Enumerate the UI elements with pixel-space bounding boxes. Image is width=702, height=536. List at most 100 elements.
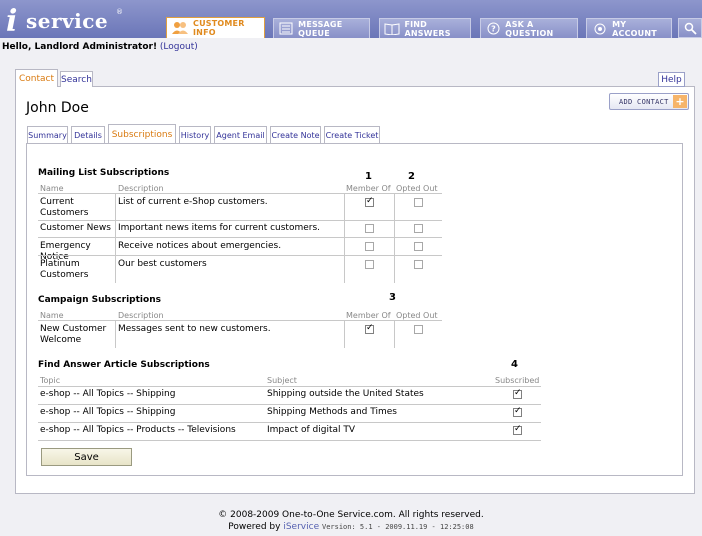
nav-label: ASK A QUESTION (505, 19, 554, 38)
contact-name: John Doe (26, 100, 89, 116)
list-description: Important news items for current custome… (118, 223, 321, 233)
version-text: Version: 5.1 - 2009.11.19 - 12:25:08 (321, 523, 474, 531)
campaign-title: Campaign Subscriptions (38, 295, 161, 305)
col-name: Name (40, 184, 64, 193)
article-subscriptions-title: Find Answer Article Subscriptions (38, 360, 210, 370)
tab-details[interactable]: Details (71, 126, 105, 143)
greeting: Hello, Landlord Administrator! (Logout) (2, 42, 198, 52)
callout-2: 2 (408, 171, 415, 182)
nav-label: CUSTOMER INFO (193, 19, 245, 37)
divider (38, 440, 541, 441)
tab-summary[interactable]: Summary (27, 126, 68, 143)
subscribed-checkbox[interactable] (513, 406, 522, 417)
search-nav-button[interactable] (678, 18, 702, 38)
opted-out-checkbox[interactable] (414, 325, 423, 334)
nav-ask-a-question[interactable]: ? ASK A QUESTION (480, 18, 578, 38)
plus-icon: + (673, 95, 687, 108)
people-icon (171, 21, 189, 35)
save-button[interactable]: Save (41, 448, 132, 466)
col-member-of: Member Of (346, 184, 391, 193)
opted-out-checkbox[interactable] (414, 242, 423, 251)
eye-icon (591, 22, 608, 36)
footer-brand-link[interactable]: iService (283, 522, 319, 532)
list-name: Customer News (40, 223, 111, 233)
nav-my-account[interactable]: MY ACCOUNT (586, 18, 672, 38)
nav-message-queue[interactable]: MESSAGE QUEUE (273, 18, 370, 38)
tab-create-ticket[interactable]: Create Ticket (324, 126, 380, 143)
list-description: Receive notices about emergencies. (118, 241, 282, 251)
list-name: Current Customers (40, 197, 89, 218)
tab-contact[interactable]: Contact (15, 69, 58, 87)
divider (38, 220, 442, 221)
col-opted-out: Opted Out (396, 311, 438, 320)
tab-agent-email[interactable]: Agent Email (214, 126, 267, 143)
divider (115, 320, 116, 348)
col-opted-out: Opted Out (396, 184, 438, 193)
col-description: Description (118, 184, 164, 193)
divider (38, 404, 541, 405)
search-icon (684, 22, 697, 35)
member-checkbox[interactable] (365, 196, 374, 207)
tab-history[interactable]: History (179, 126, 211, 143)
logo-text: service (26, 9, 109, 33)
nav-find-answers[interactable]: FIND ANSWERS (379, 18, 471, 38)
opted-out-checkbox[interactable] (414, 260, 423, 269)
member-checkbox[interactable] (365, 224, 374, 233)
divider (344, 320, 345, 348)
campaign-description: Messages sent to new customers. (118, 324, 271, 334)
subscribed-checkbox[interactable] (513, 424, 522, 435)
top-bar: i service ® CUSTOMER INFO MESSAGE QUEUE … (0, 0, 702, 39)
divider (344, 193, 345, 283)
article-subject: Impact of digital TV (267, 425, 356, 435)
list-icon (278, 22, 294, 36)
divider (394, 320, 395, 348)
nav-label: FIND ANSWERS (404, 19, 451, 38)
book-icon (384, 22, 400, 36)
opted-out-checkbox[interactable] (414, 198, 423, 207)
divider (115, 193, 116, 283)
col-subject: Subject (267, 376, 297, 385)
powered-by-label: Powered by (228, 522, 281, 532)
iservice-logo[interactable]: i service ® (6, 4, 123, 39)
nav-label: MY ACCOUNT (612, 19, 657, 38)
logo-initial: i (6, 4, 18, 39)
nav-customer-info[interactable]: CUSTOMER INFO (166, 17, 265, 38)
nav-label: MESSAGE QUEUE (298, 19, 343, 38)
campaign-name: New Customer Welcome (40, 324, 107, 345)
article-topic: e-shop -- All Topics -- Shipping (40, 389, 176, 399)
divider (38, 320, 442, 321)
tab-create-note[interactable]: Create Note (270, 126, 321, 143)
member-checkbox[interactable] (365, 260, 374, 269)
list-description: List of current e-Shop customers. (118, 197, 268, 207)
question-icon: ? (485, 22, 501, 36)
col-topic: Topic (40, 376, 61, 385)
callout-4: 4 (511, 359, 518, 370)
callout-1: 1 (365, 171, 372, 182)
divider (38, 255, 442, 256)
col-subscribed: Subscribed (495, 376, 540, 385)
add-contact-button[interactable]: ADD CONTACT + (609, 93, 689, 110)
tab-search[interactable]: Search (60, 71, 93, 87)
svg-text:?: ? (491, 25, 496, 34)
mailing-list-title: Mailing List Subscriptions (38, 168, 170, 178)
logo-registered: ® (116, 8, 123, 16)
col-name: Name (40, 311, 64, 320)
member-checkbox[interactable] (365, 323, 374, 334)
col-description: Description (118, 311, 164, 320)
add-contact-label: ADD CONTACT (619, 97, 669, 106)
opted-out-checkbox[interactable] (414, 224, 423, 233)
callout-3: 3 (389, 292, 396, 303)
divider (394, 193, 395, 283)
subscribed-checkbox[interactable] (513, 388, 522, 399)
divider (38, 193, 442, 194)
copyright: © 2008-2009 One-to-One Service.com. All … (218, 510, 484, 520)
article-subject: Shipping outside the United States (267, 389, 424, 399)
member-checkbox[interactable] (365, 242, 374, 251)
tab-subscriptions[interactable]: Subscriptions (108, 124, 176, 144)
help-button[interactable]: Help (658, 72, 685, 87)
logout-link[interactable]: (Logout) (160, 42, 198, 52)
list-description: Our best customers (118, 259, 207, 269)
article-topic: e-shop -- All Topics -- Shipping (40, 407, 176, 417)
list-name: Platinum Customers (40, 259, 89, 280)
greeting-text: Hello, Landlord Administrator! (2, 42, 158, 52)
